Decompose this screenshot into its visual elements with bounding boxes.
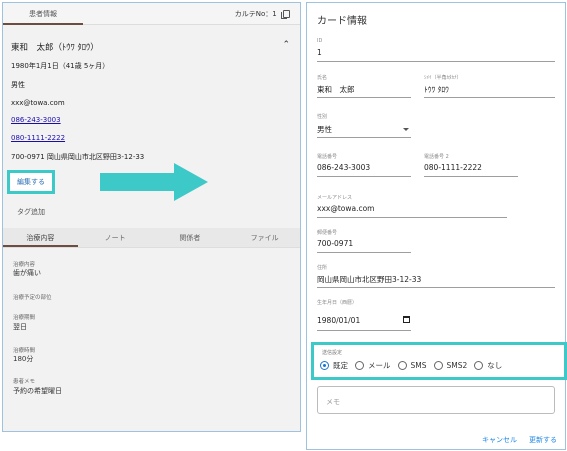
tag-add-button[interactable]: タグ追加 — [17, 207, 45, 217]
karte-number-text: カルテNo：1 — [234, 10, 277, 18]
send-setting-label: 送信設定 — [322, 350, 343, 356]
birth-date-value: 1980/01/01 — [317, 316, 361, 325]
patient-name: 東和 太郎（ﾄｳﾜ ﾀﾛｳ） — [11, 43, 99, 53]
zip-field[interactable]: 700-0971 — [317, 239, 353, 248]
radio-sms[interactable]: SMS — [397, 361, 427, 370]
tab-related[interactable]: 関係者 — [153, 228, 228, 247]
karte-number: カルテNo：1 — [235, 3, 290, 25]
patient-email: xxx@towa.com — [11, 99, 65, 107]
kana-underline — [424, 97, 555, 98]
phone1-underline — [317, 176, 411, 177]
send-setting-group: 送信設定 既定 メール SMS SMS2 なし — [311, 342, 567, 380]
memo-field[interactable]: メモ — [317, 386, 555, 414]
detail-value: 予約の希望曜日 — [13, 387, 62, 395]
chevron-up-icon[interactable]: ⌃ — [282, 40, 290, 50]
radio-label: SMS2 — [446, 361, 468, 370]
cancel-button[interactable]: キャンセル — [482, 435, 517, 445]
radio-label: メール — [368, 361, 391, 370]
radio-mail[interactable]: メール — [355, 360, 391, 371]
calendar-icon[interactable] — [403, 316, 410, 323]
phone1-label: 電話番号 — [317, 154, 338, 160]
treatment-tabs: 治療内容 ノート 関係者 ファイル — [3, 228, 300, 248]
gender-select[interactable]: 男性 — [317, 124, 332, 135]
kana-label: ｼﾒｲ（半角ｶﾀｶﾅ） — [424, 75, 462, 81]
address-field[interactable]: 岡山県岡山市北区野田3-12-33 — [317, 274, 421, 285]
detail-value: 翌日 — [13, 323, 27, 331]
card-info-panel: カード情報 ID 1 氏名 東和 太郎 ｼﾒｲ（半角ｶﾀｶﾅ） ﾄｳﾜ ﾀﾛｳ … — [306, 2, 567, 450]
send-setting-options: 既定 メール SMS SMS2 なし — [320, 360, 509, 371]
radio-label: 既定 — [333, 361, 348, 370]
patient-info-panel: 患者情報 カルテNo：1 東和 太郎（ﾄｳﾜ ﾀﾛｳ） ⌃ 1980年1月1日（… — [2, 2, 301, 432]
detail-label: 治療予定の部位 — [13, 295, 52, 301]
id-label: ID — [317, 38, 323, 44]
radio-unchecked-icon[interactable] — [433, 361, 443, 370]
radio-label: SMS — [410, 361, 427, 370]
patient-header: 患者情報 カルテNo：1 — [3, 3, 300, 25]
address-underline — [317, 287, 555, 288]
patient-birth: 1980年1月1日（41歳 5ヶ月） — [11, 62, 110, 70]
radio-unchecked-icon[interactable] — [474, 361, 484, 370]
gender-underline — [317, 137, 411, 138]
update-button[interactable]: 更新する — [529, 435, 557, 445]
email-underline — [317, 217, 507, 218]
copy-icon[interactable] — [281, 10, 290, 19]
radio-sms2[interactable]: SMS2 — [433, 361, 468, 370]
tab-file[interactable]: ファイル — [227, 228, 300, 247]
gender-label: 性別 — [317, 114, 328, 120]
address-label: 住所 — [317, 265, 328, 271]
chevron-down-icon[interactable] — [403, 128, 409, 131]
radio-unchecked-icon[interactable] — [355, 361, 364, 370]
id-field[interactable]: 1 — [317, 48, 322, 57]
name-label: 氏名 — [317, 75, 328, 81]
patient-address: 700-0971 岡山県岡山市北区野田3-12-33 — [11, 153, 145, 161]
radio-unchecked-icon[interactable] — [397, 361, 407, 370]
name-field[interactable]: 東和 太郎 — [317, 84, 355, 95]
phone2-field[interactable]: 080-1111-2222 — [424, 163, 482, 172]
kana-field[interactable]: ﾄｳﾜ ﾀﾛｳ — [424, 84, 449, 95]
phone1-field[interactable]: 086-243-3003 — [317, 163, 370, 172]
zip-label: 郵便番号 — [317, 230, 338, 236]
patient-gender: 男性 — [11, 81, 25, 89]
zip-underline — [317, 252, 411, 253]
id-underline — [317, 61, 555, 62]
detail-label: 治療期間 — [13, 315, 36, 321]
birth-date-input[interactable]: 1980/01/01 — [317, 313, 413, 329]
detail-value: 歯が痛い — [13, 269, 41, 277]
phone2-underline — [424, 176, 518, 177]
detail-label: 治療時間 — [13, 348, 36, 354]
detail-label: 治療内容 — [13, 262, 36, 268]
patient-phone1-link[interactable]: 086-243-3003 — [11, 116, 61, 124]
tab-patient-info[interactable]: 患者情報 — [3, 3, 83, 25]
email-field[interactable]: xxx@towa.com — [317, 204, 374, 213]
email-label: メールアドレス — [317, 195, 353, 201]
detail-label: 患者メモ — [13, 379, 36, 385]
card-title: カード情報 — [317, 16, 367, 27]
form-actions: キャンセル 更新する — [482, 435, 557, 445]
patient-phone2-link[interactable]: 080-1111-2222 — [11, 134, 65, 142]
name-underline — [317, 97, 411, 98]
radio-default[interactable]: 既定 — [320, 360, 348, 371]
birth-underline — [317, 330, 411, 331]
birth-label: 生年月日（西暦） — [317, 300, 358, 306]
edit-button[interactable]: 編集する — [7, 170, 55, 194]
radio-none[interactable]: なし — [474, 360, 502, 371]
detail-value: 180分 — [13, 355, 34, 363]
radio-label: なし — [487, 361, 503, 370]
right-arrow-icon — [100, 163, 208, 201]
tab-note[interactable]: ノート — [78, 228, 153, 247]
radio-checked-icon[interactable] — [320, 361, 329, 370]
tab-treatment[interactable]: 治療内容 — [3, 228, 78, 247]
phone2-label: 電話番号 2 — [424, 154, 449, 160]
